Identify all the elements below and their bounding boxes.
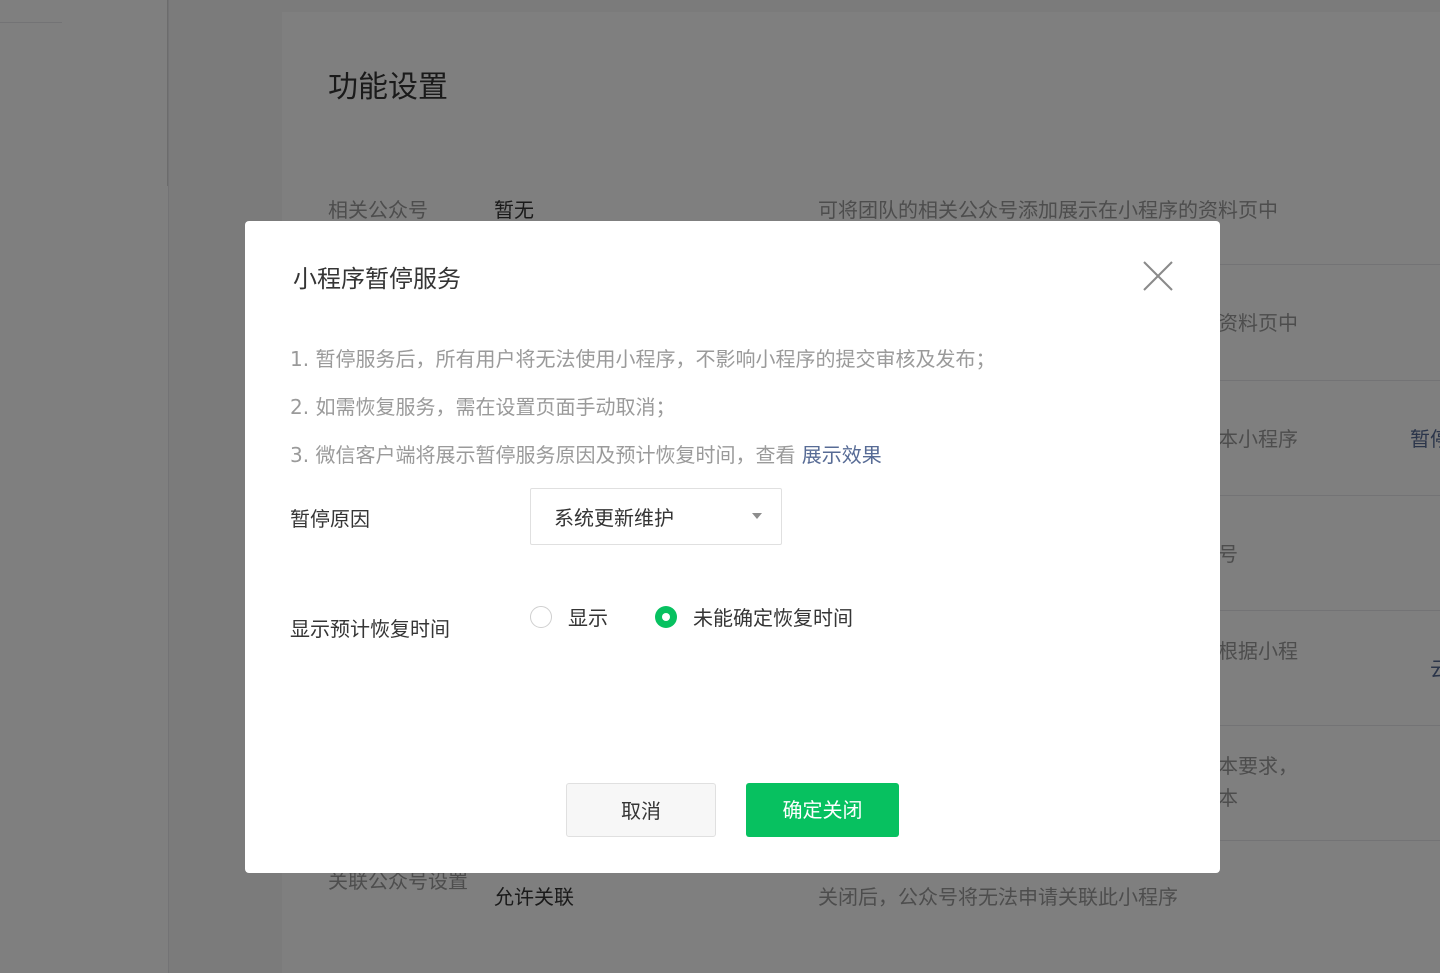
pause-service-dialog: 小程序暂停服务 1. 暂停服务后，所有用户将无法使用小程序，不影响小程序的提交审…: [245, 221, 1220, 873]
radio-label: 显示: [568, 606, 608, 630]
close-icon: [1143, 261, 1173, 291]
caret-down-icon: [752, 513, 762, 519]
note-item: 1. 暂停服务后，所有用户将无法使用小程序，不影响小程序的提交审核及发布；: [290, 347, 996, 371]
dialog-title: 小程序暂停服务: [293, 265, 461, 293]
close-button[interactable]: [1141, 259, 1175, 293]
confirm-close-button[interactable]: 确定关闭: [746, 783, 899, 837]
reason-select-value: 系统更新维护: [554, 506, 674, 530]
note-item: 3. 微信客户端将展示暂停服务原因及预计恢复时间，查看 展示效果: [290, 439, 995, 471]
radio-unchecked-icon: [530, 606, 552, 628]
preview-effect-link[interactable]: 展示效果: [802, 443, 882, 467]
reason-label: 暂停原因: [290, 507, 370, 531]
notes-list: 1. 暂停服务后，所有用户将无法使用小程序，不影响小程序的提交审核及发布； 2.…: [290, 343, 995, 487]
radio-label: 未能确定恢复时间: [693, 606, 853, 630]
restore-time-label: 显示预计恢复时间: [290, 617, 450, 641]
note-item: 2. 如需恢复服务，需在设置页面手动取消；: [290, 395, 676, 419]
radio-checked-icon: [655, 606, 677, 628]
cancel-button[interactable]: 取消: [566, 783, 716, 837]
reason-select[interactable]: 系统更新维护: [530, 488, 782, 545]
note-text: 3. 微信客户端将展示暂停服务原因及预计恢复时间，查看: [290, 443, 802, 467]
